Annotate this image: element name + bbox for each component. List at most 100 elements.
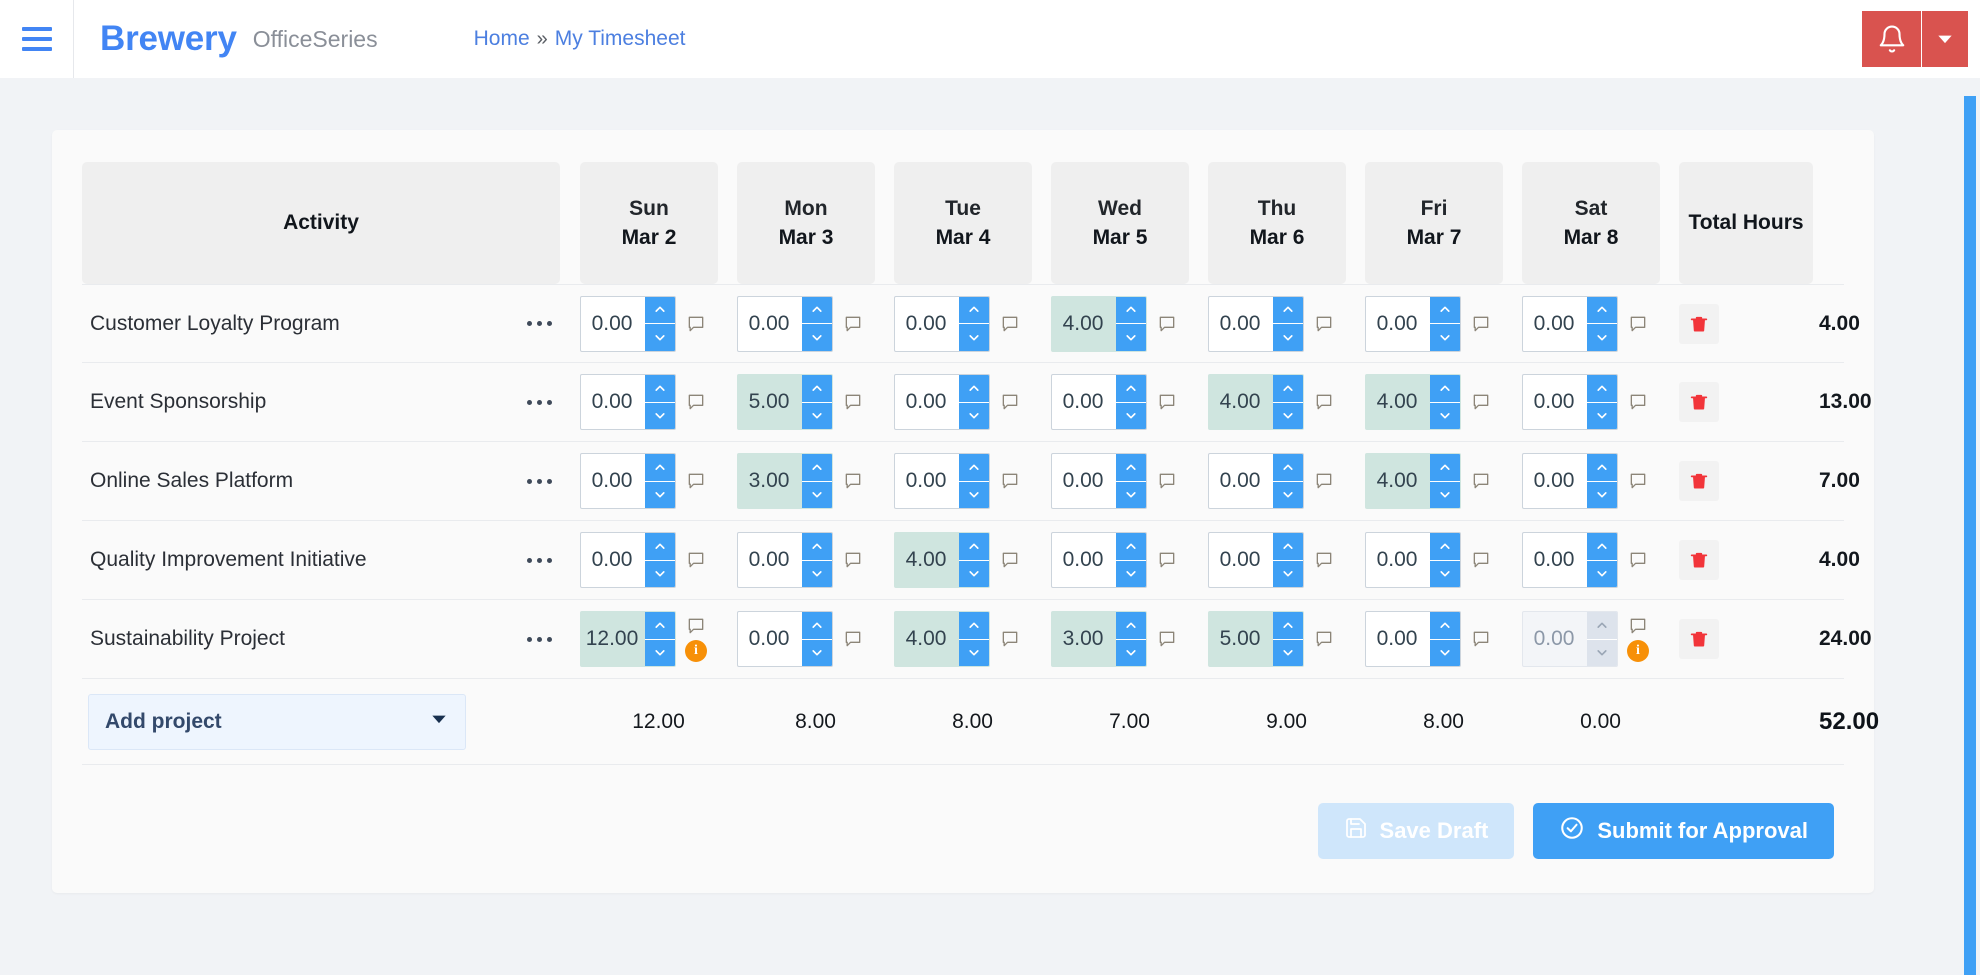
stepper-down-button[interactable] (1430, 640, 1460, 667)
hours-input-0[interactable]: 12.00 (580, 611, 676, 667)
stepper-down-button[interactable] (1430, 561, 1460, 588)
breadcrumb-home-link[interactable]: Home (474, 27, 530, 51)
hours-stepper[interactable] (645, 612, 675, 666)
hours-stepper[interactable] (1430, 612, 1460, 666)
comment-icon[interactable] (1000, 392, 1020, 412)
comment-icon[interactable] (1314, 392, 1334, 412)
trash-icon[interactable] (1679, 540, 1719, 580)
hours-stepper[interactable] (1116, 533, 1146, 587)
stepper-up-button[interactable] (1116, 297, 1146, 325)
hours-stepper[interactable] (1587, 297, 1617, 351)
hours-stepper[interactable] (1587, 375, 1617, 429)
stepper-up-button[interactable] (1116, 612, 1146, 640)
hours-stepper[interactable] (959, 375, 989, 429)
stepper-up-button[interactable] (1273, 297, 1303, 325)
stepper-up-button[interactable] (1587, 375, 1617, 403)
notification-dropdown-button[interactable] (1922, 11, 1968, 67)
stepper-up-button[interactable] (1430, 454, 1460, 482)
comment-icon[interactable] (1471, 392, 1491, 412)
comment-icon[interactable] (1314, 314, 1334, 334)
stepper-down-button[interactable] (959, 640, 989, 667)
stepper-down-button[interactable] (1116, 324, 1146, 351)
stepper-down-button[interactable] (645, 561, 675, 588)
hours-input-1[interactable]: 0.00 (737, 296, 833, 352)
hours-stepper[interactable] (1273, 612, 1303, 666)
trash-icon[interactable] (1679, 461, 1719, 501)
hours-input-4[interactable]: 0.00 (1208, 453, 1304, 509)
stepper-up-button[interactable] (959, 533, 989, 561)
hours-input-3[interactable]: 0.00 (1051, 532, 1147, 588)
submit-for-approval-button[interactable]: Submit for Approval (1533, 803, 1834, 859)
comment-icon[interactable] (1471, 550, 1491, 570)
stepper-down-button[interactable] (1430, 324, 1460, 351)
hours-stepper[interactable] (802, 533, 832, 587)
stepper-up-button[interactable] (645, 297, 675, 325)
hours-stepper[interactable] (1430, 297, 1460, 351)
hours-input-6[interactable]: 0.00 (1522, 296, 1618, 352)
comment-icon[interactable] (1157, 314, 1177, 334)
comment-icon[interactable] (1000, 471, 1020, 491)
comment-icon[interactable] (1628, 471, 1648, 491)
hours-input-4[interactable]: 0.00 (1208, 532, 1304, 588)
stepper-up-button[interactable] (1430, 297, 1460, 325)
hours-stepper[interactable] (645, 375, 675, 429)
stepper-up-button[interactable] (645, 454, 675, 482)
comment-icon[interactable] (1000, 629, 1020, 649)
stepper-up-button[interactable] (1116, 375, 1146, 403)
hours-stepper[interactable] (1116, 297, 1146, 351)
hours-stepper[interactable] (1273, 297, 1303, 351)
stepper-down-button[interactable] (645, 482, 675, 509)
stepper-down-button[interactable] (1116, 482, 1146, 509)
comment-icon[interactable] (686, 392, 706, 412)
hours-input-1[interactable]: 5.00 (737, 374, 833, 430)
hours-input-5[interactable]: 0.00 (1365, 532, 1461, 588)
comment-icon[interactable] (1628, 550, 1648, 570)
stepper-down-button[interactable] (1273, 561, 1303, 588)
stepper-up-button[interactable] (1587, 533, 1617, 561)
stepper-down-button[interactable] (959, 324, 989, 351)
stepper-down-button[interactable] (1587, 324, 1617, 351)
hours-stepper[interactable] (645, 454, 675, 508)
stepper-up-button[interactable] (1116, 533, 1146, 561)
stepper-down-button[interactable] (1116, 403, 1146, 430)
hours-input-0[interactable]: 0.00 (580, 453, 676, 509)
hamburger-menu-icon[interactable] (0, 0, 74, 78)
stepper-up-button[interactable] (959, 375, 989, 403)
stepper-down-button[interactable] (645, 403, 675, 430)
stepper-down-button[interactable] (802, 482, 832, 509)
stepper-up-button[interactable] (802, 612, 832, 640)
comment-icon[interactable] (843, 392, 863, 412)
hours-stepper[interactable] (802, 612, 832, 666)
trash-icon[interactable] (1679, 304, 1719, 344)
hours-input-5[interactable]: 4.00 (1365, 453, 1461, 509)
stepper-down-button[interactable] (645, 640, 675, 667)
stepper-down-button[interactable] (802, 403, 832, 430)
comment-icon[interactable] (1471, 629, 1491, 649)
comment-icon[interactable] (843, 550, 863, 570)
hours-stepper[interactable] (802, 375, 832, 429)
stepper-up-button[interactable] (645, 375, 675, 403)
stepper-up-button[interactable] (645, 612, 675, 640)
hours-input-6[interactable]: 0.00 (1522, 453, 1618, 509)
hours-stepper[interactable] (959, 533, 989, 587)
comment-icon[interactable] (1157, 392, 1177, 412)
hours-input-0[interactable]: 0.00 (580, 296, 676, 352)
comment-icon[interactable] (1314, 550, 1334, 570)
hours-input-4[interactable]: 0.00 (1208, 296, 1304, 352)
hours-input-2[interactable]: 4.00 (894, 611, 990, 667)
vertical-scrollbar[interactable] (1958, 78, 1980, 975)
comment-icon[interactable] (1314, 629, 1334, 649)
stepper-up-button[interactable] (959, 454, 989, 482)
comment-icon[interactable] (1157, 550, 1177, 570)
stepper-up-button[interactable] (1273, 454, 1303, 482)
comment-icon[interactable] (1471, 314, 1491, 334)
hours-input-3[interactable]: 4.00 (1051, 296, 1147, 352)
comment-icon[interactable] (1000, 550, 1020, 570)
hours-stepper[interactable] (1116, 612, 1146, 666)
ellipsis-icon[interactable] (521, 313, 558, 334)
hours-stepper[interactable] (959, 297, 989, 351)
stepper-up-button[interactable] (1273, 612, 1303, 640)
save-draft-button[interactable]: Save Draft (1318, 803, 1515, 859)
hours-input-0[interactable]: 0.00 (580, 532, 676, 588)
stepper-down-button[interactable] (802, 640, 832, 667)
